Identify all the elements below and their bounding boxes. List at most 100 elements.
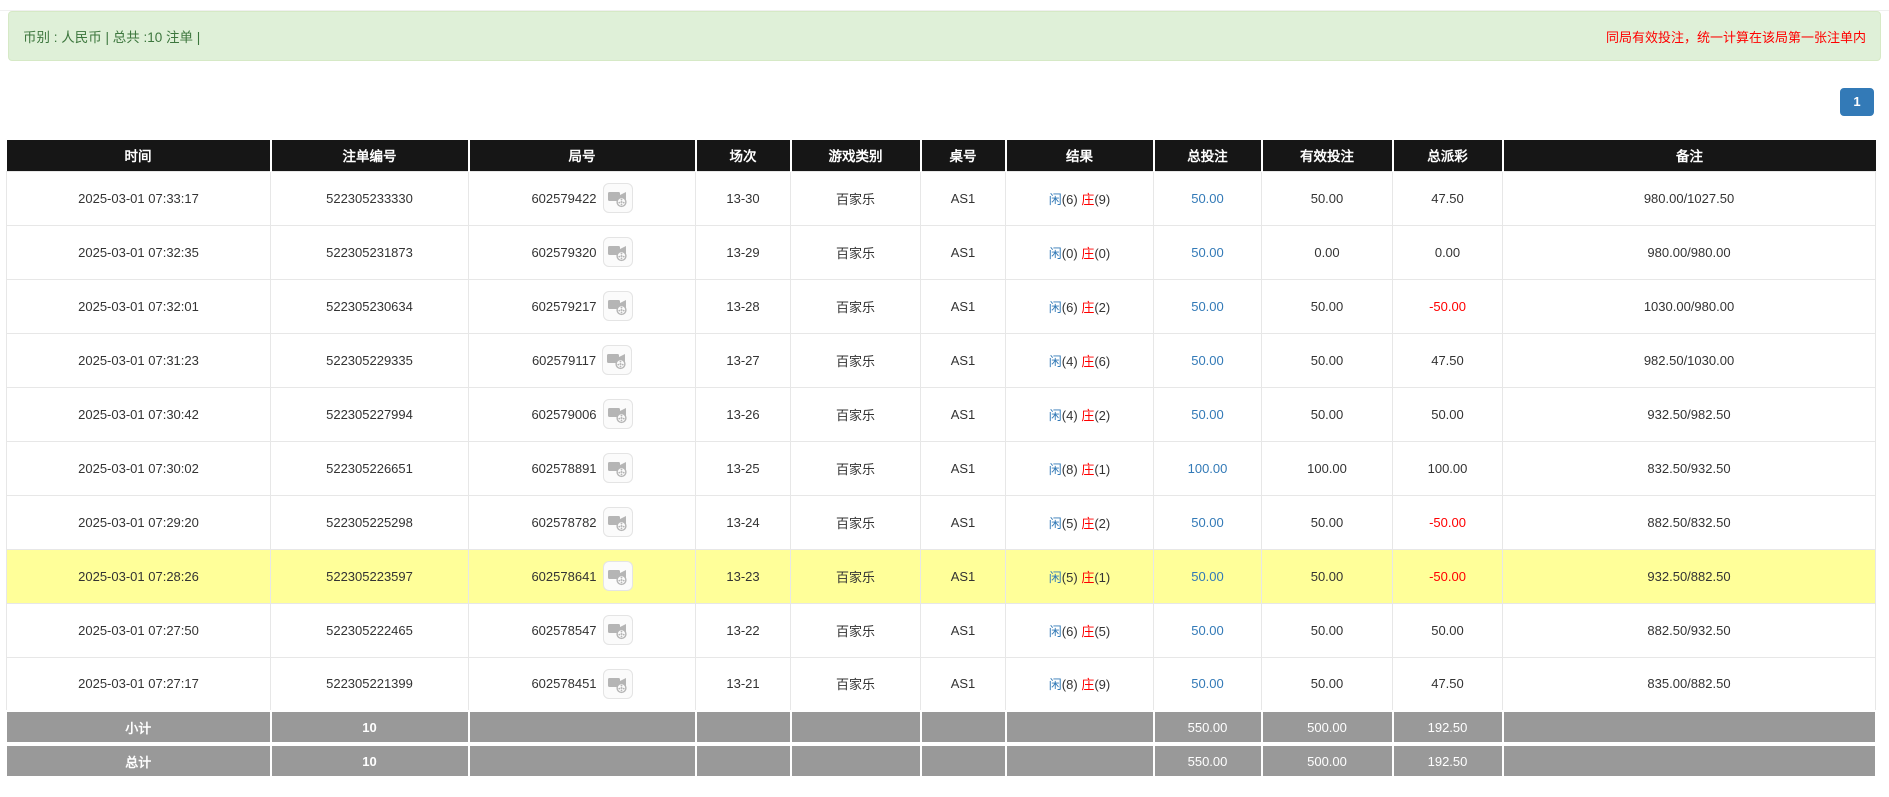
valid-bet-cell: 50.00: [1262, 657, 1393, 711]
player-result-label: 闲: [1049, 677, 1062, 692]
col-header-3: 局号: [469, 140, 696, 171]
empty-cell: [469, 744, 696, 777]
col-header-11: 备注: [1503, 140, 1876, 171]
payout-cell: -50.00: [1393, 495, 1503, 549]
player-points: (4): [1062, 408, 1078, 423]
video-replay-button[interactable]: [603, 237, 633, 267]
result-cell: 闲(4) 庄(2): [1006, 387, 1154, 441]
total-bet-link[interactable]: 50.00: [1191, 623, 1224, 638]
col-header-8: 总投注: [1154, 140, 1262, 171]
game-type-cell: 百家乐: [791, 603, 921, 657]
table-body: 2025-03-01 07:33:17 522305233330 6025794…: [7, 171, 1876, 711]
table-number-cell: AS1: [921, 225, 1006, 279]
bet-records-table: 时间注单编号局号场次游戏类别桌号结果总投注有效投注总派彩备注 2025-03-0…: [6, 140, 1876, 778]
player-points: (4): [1062, 354, 1078, 369]
table-row: 2025-03-01 07:32:01 522305230634 6025792…: [7, 279, 1876, 333]
banker-points: (9): [1094, 192, 1110, 207]
total-bet-link[interactable]: 50.00: [1191, 245, 1224, 260]
game-type-cell: 百家乐: [791, 441, 921, 495]
table-number-cell: AS1: [921, 549, 1006, 603]
col-header-5: 游戏类别: [791, 140, 921, 171]
round-number: 602579217: [531, 299, 596, 314]
video-replay-icon: [607, 296, 629, 316]
table-row: 2025-03-01 07:31:23 522305229335 6025791…: [7, 333, 1876, 387]
payout-cell: 47.50: [1393, 657, 1503, 711]
remark-cell: 982.50/1030.00: [1503, 333, 1876, 387]
video-replay-button[interactable]: [603, 453, 633, 483]
time-cell: 2025-03-01 07:32:35: [7, 225, 271, 279]
payout-cell: 100.00: [1393, 441, 1503, 495]
total-bet-link[interactable]: 100.00: [1188, 461, 1228, 476]
time-cell: 2025-03-01 07:32:01: [7, 279, 271, 333]
banker-result-label: 庄: [1081, 300, 1094, 315]
time-cell: 2025-03-01 07:30:02: [7, 441, 271, 495]
result-cell: 闲(6) 庄(5): [1006, 603, 1154, 657]
player-result-label: 闲: [1049, 516, 1062, 531]
empty-cell: [1006, 744, 1154, 777]
total-bet-link[interactable]: 50.00: [1191, 676, 1224, 691]
remark-cell: 882.50/932.50: [1503, 603, 1876, 657]
table-number-cell: AS1: [921, 441, 1006, 495]
payout-cell: -50.00: [1393, 549, 1503, 603]
total-bet-link[interactable]: 50.00: [1191, 407, 1224, 422]
video-replay-button[interactable]: [602, 345, 632, 375]
page-1-button[interactable]: 1: [1840, 88, 1874, 116]
session-cell: 13-29: [696, 225, 791, 279]
player-result-label: 闲: [1049, 570, 1062, 585]
total-bet-link[interactable]: 50.00: [1191, 299, 1224, 314]
round-cell: 602578451: [469, 657, 696, 711]
banker-points: (2): [1094, 408, 1110, 423]
summary-count-cell: 10: [271, 744, 469, 777]
video-replay-button[interactable]: [603, 183, 633, 213]
video-replay-button[interactable]: [603, 561, 633, 591]
table-row: 2025-03-01 07:28:26 522305223597 6025786…: [7, 549, 1876, 603]
round-cell: 602578891: [469, 441, 696, 495]
bet-number-cell: 522305225298: [271, 495, 469, 549]
header-row: 时间注单编号局号场次游戏类别桌号结果总投注有效投注总派彩备注: [7, 140, 1876, 171]
player-result-label: 闲: [1049, 300, 1062, 315]
video-replay-button[interactable]: [603, 615, 633, 645]
video-replay-icon: [607, 458, 629, 478]
remark-cell: 932.50/882.50: [1503, 549, 1876, 603]
remark-cell: 832.50/932.50: [1503, 441, 1876, 495]
player-result-label: 闲: [1049, 354, 1062, 369]
summary-valid-bet-cell: 500.00: [1262, 711, 1393, 744]
result-cell: 闲(6) 庄(2): [1006, 279, 1154, 333]
bet-number-cell: 522305233330: [271, 171, 469, 225]
video-replay-button[interactable]: [603, 669, 633, 699]
video-replay-button[interactable]: [603, 507, 633, 537]
round-cell: 602579422: [469, 171, 696, 225]
video-replay-icon: [607, 674, 629, 694]
table-row: 2025-03-01 07:29:20 522305225298 6025787…: [7, 495, 1876, 549]
valid-bet-cell: 50.00: [1262, 603, 1393, 657]
result-cell: 闲(5) 庄(1): [1006, 549, 1154, 603]
round-number: 602578547: [531, 623, 596, 638]
table-number-cell: AS1: [921, 603, 1006, 657]
round-number: 602579006: [531, 407, 596, 422]
col-header-7: 结果: [1006, 140, 1154, 171]
result-cell: 闲(6) 庄(9): [1006, 171, 1154, 225]
summary-total-bet-cell: 550.00: [1154, 744, 1262, 777]
banker-result-label: 庄: [1081, 246, 1094, 261]
remark-cell: 882.50/832.50: [1503, 495, 1876, 549]
total-bet-link[interactable]: 50.00: [1191, 569, 1224, 584]
total-bet-link[interactable]: 50.00: [1191, 515, 1224, 530]
remark-cell: 980.00/1027.50: [1503, 171, 1876, 225]
empty-cell: [1006, 711, 1154, 744]
player-result-label: 闲: [1049, 624, 1062, 639]
table-row: 2025-03-01 07:30:42 522305227994 6025790…: [7, 387, 1876, 441]
player-result-label: 闲: [1049, 246, 1062, 261]
session-cell: 13-25: [696, 441, 791, 495]
summary-total-bet-cell: 550.00: [1154, 711, 1262, 744]
total-bet-cell: 50.00: [1154, 387, 1262, 441]
bet-number-cell: 522305227994: [271, 387, 469, 441]
payout-cell: 50.00: [1393, 603, 1503, 657]
banker-result-label: 庄: [1081, 408, 1094, 423]
video-replay-button[interactable]: [603, 291, 633, 321]
total-bet-link[interactable]: 50.00: [1191, 191, 1224, 206]
session-cell: 13-28: [696, 279, 791, 333]
table-row: 2025-03-01 07:27:50 522305222465 6025785…: [7, 603, 1876, 657]
video-replay-button[interactable]: [603, 399, 633, 429]
total-bet-link[interactable]: 50.00: [1191, 353, 1224, 368]
banker-points: (1): [1094, 570, 1110, 585]
